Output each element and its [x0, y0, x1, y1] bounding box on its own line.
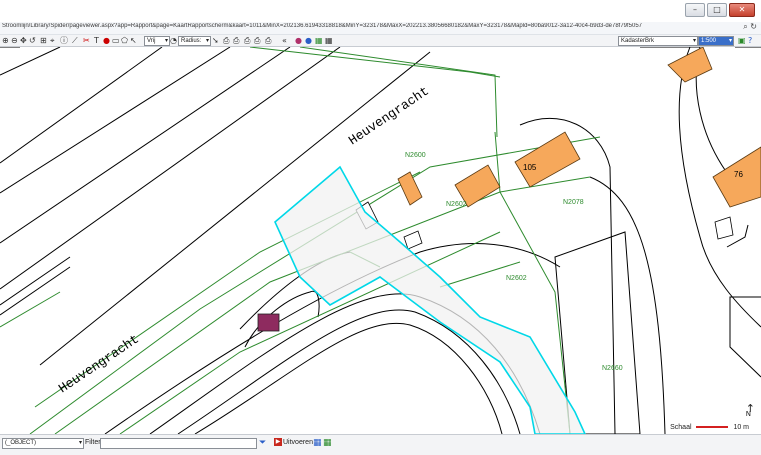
measure-icon[interactable]: ⟋ — [72, 36, 78, 45]
radius-select-value: Radius: — [181, 38, 202, 44]
parcel-label: N2602 — [446, 201, 467, 208]
clear-icon[interactable]: ⎙ — [265, 36, 271, 45]
object-select-value: (_OBJECT) — [5, 440, 37, 446]
pan-icon[interactable]: ✥ — [20, 36, 27, 45]
help-icon[interactable]: ? — [748, 36, 752, 45]
filter-bar: (_OBJECT) ▾ Filter ⏷ ▶ Uitvoeren ▦ ▦ — [0, 434, 761, 455]
address-bar: Stroomlijn/Library/Spider/pageviewer.asp… — [0, 22, 761, 35]
layer-toggle-icon[interactable]: ▣ — [738, 36, 746, 45]
maximize-button[interactable]: □ — [707, 3, 727, 17]
buildings — [397, 47, 761, 208]
scale-line — [696, 426, 729, 429]
map-canvas[interactable]: Heuvengracht Heuvengracht N2600 N2602 N2… — [0, 47, 761, 434]
scale-value: 10 m — [733, 424, 749, 431]
parcel-label: N2602 — [506, 275, 527, 282]
radius-select[interactable]: Radius: ▾ — [178, 36, 211, 46]
object-select[interactable]: (_OBJECT) ▾ — [2, 438, 84, 449]
address-icons: ⌕ ↻ — [743, 22, 757, 32]
close-button[interactable]: ✕ — [729, 3, 755, 17]
chevron-down-icon: ▾ — [78, 440, 82, 446]
street-label: Heuvengracht — [346, 84, 432, 149]
object-marker[interactable] — [257, 313, 280, 332]
layer-select-value: KadasterBrk — [621, 38, 655, 44]
select-icon[interactable]: ⌖ — [50, 36, 55, 45]
scale-select-value: 1:500 — [701, 38, 717, 44]
globe-icon[interactable]: ● — [305, 36, 312, 45]
scale-label: Schaal — [670, 424, 692, 431]
minimize-button[interactable]: – — [685, 3, 705, 17]
window-controls: – □ ✕ — [685, 3, 755, 17]
table-icon[interactable]: ▦ — [325, 36, 333, 45]
mode-select-value: Vrij — [147, 38, 156, 44]
extent-icon[interactable]: ⊞ — [40, 36, 47, 45]
url-text[interactable]: Stroomlijn/Library/Spider/pageviewer.asp… — [2, 23, 702, 29]
parcel-label: N2078 — [563, 199, 584, 206]
mode-select[interactable]: Vrij ▾ — [144, 36, 170, 46]
text-tool-icon[interactable]: T — [94, 36, 99, 45]
house-number: 105 — [523, 163, 537, 172]
info-icon[interactable]: ⓘ — [60, 36, 68, 45]
scale-select[interactable]: 1:500 ▾ — [698, 36, 734, 46]
funnel-icon[interactable]: ⏷ — [259, 438, 266, 448]
refresh-icon[interactable]: ↻ — [750, 22, 757, 31]
filter-label: Filter — [85, 439, 101, 446]
run-button[interactable]: ▶ Uitvoeren — [274, 438, 313, 448]
filter-input[interactable] — [100, 438, 257, 449]
north-arrow-icon: ↑ N — [745, 402, 755, 418]
parcel-label: N2600 — [405, 152, 426, 159]
print-icon[interactable]: ⎙ — [223, 36, 229, 45]
street-label: Heuvengracht — [56, 332, 142, 397]
stop-icon[interactable]: ● — [295, 36, 302, 45]
cursor-icon[interactable]: ↖ — [130, 36, 137, 45]
parcel-label: N2660 — [602, 365, 623, 372]
chevron-down-icon: ▾ — [164, 38, 168, 44]
small-structures — [355, 201, 734, 250]
table-view-icon[interactable]: ▦ — [313, 438, 322, 448]
run-icon: ▶ — [274, 438, 282, 447]
map-toolbar: ⊕ ⊖ ✥ ↺ ⊞ ⌖ ⓘ ⟋ ✂ T ● ▭ ⬠ ↖ Vrij ▾ ◔ Rad… — [0, 35, 761, 47]
zoom-in-icon[interactable]: ⊕ — [2, 36, 9, 45]
delete-icon[interactable]: ✂ — [83, 36, 90, 45]
selection-polygon[interactable] — [274, 165, 586, 434]
layer-select[interactable]: KadasterBrk ▾ — [618, 36, 698, 46]
export-icon[interactable]: ⎙ — [244, 36, 250, 45]
building — [667, 47, 713, 83]
house-number: 76 — [734, 170, 743, 179]
search-icon[interactable]: ⌕ — [743, 22, 747, 31]
radius-tool-icon[interactable]: ◔ — [170, 36, 177, 45]
building — [514, 131, 581, 188]
scale-bar: Schaal 10 m — [670, 424, 749, 431]
browser-titlebar: – □ ✕ — [0, 0, 761, 22]
chevron-down-icon: ▾ — [692, 38, 696, 44]
building — [397, 171, 423, 206]
refresh-map-icon[interactable]: ↺ — [29, 36, 36, 45]
chevron-down-icon: ▾ — [728, 38, 732, 44]
print-area-icon[interactable]: ⎙ — [233, 36, 239, 45]
back-icon[interactable]: « — [282, 36, 287, 45]
polygon-select-icon[interactable]: ⬠ — [121, 36, 128, 45]
select-arrow-icon[interactable]: ➘ — [212, 36, 219, 45]
pin-icon[interactable]: ● — [103, 36, 110, 45]
export-excel-icon[interactable]: ▦ — [323, 438, 332, 448]
layers-icon[interactable]: ⎙ — [254, 36, 260, 45]
zoom-out-icon[interactable]: ⊖ — [11, 36, 18, 45]
rectangle-select-icon[interactable]: ▭ — [112, 36, 120, 45]
chevron-down-icon: ▾ — [205, 38, 209, 44]
grid-icon[interactable]: ▦ — [315, 36, 323, 45]
